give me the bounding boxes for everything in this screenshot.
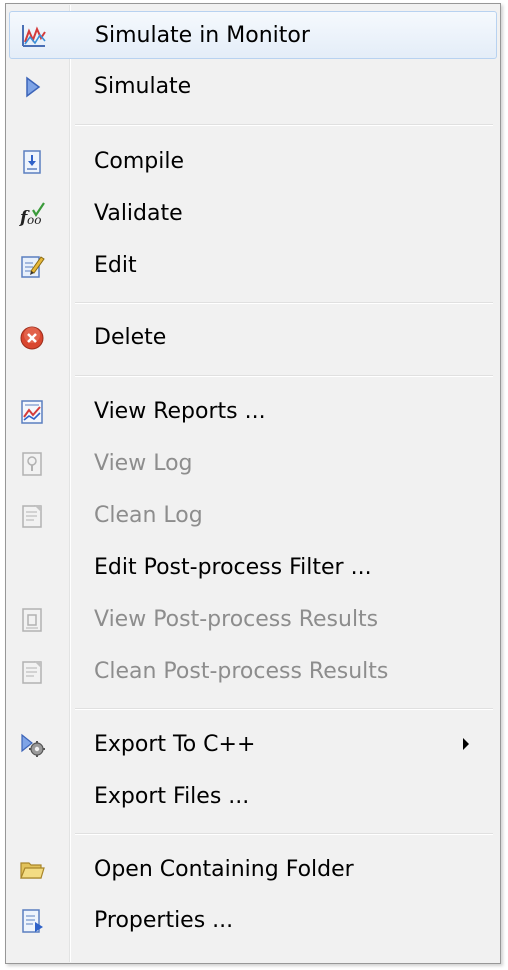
validate-fx-icon: f oo (19, 202, 45, 227)
menu-item-clean-log[interactable]: Clean Log (9, 492, 497, 540)
menu-item-compile[interactable]: Compile (9, 138, 497, 186)
menu-item-label: Compile (94, 149, 184, 174)
menu-item-simulate[interactable]: Simulate (9, 63, 497, 111)
menu-separator (75, 708, 493, 710)
menu-item-edit-post-process-filter[interactable]: Edit Post-process Filter ... (9, 544, 497, 592)
menu-item-label: Export Files ... (94, 784, 250, 809)
menu-item-label: View Log (94, 451, 193, 476)
menu-item-label: Export To C++ (94, 732, 256, 757)
menu-item-label: Properties ... (94, 908, 234, 933)
menu-item-export-to-cpp[interactable]: Export To C++ (9, 721, 497, 769)
folder-icon (20, 862, 45, 879)
play-icon (26, 76, 41, 98)
menu-item-view-log[interactable]: View Log (9, 440, 497, 488)
view-log-icon (22, 452, 42, 476)
menu-item-validate[interactable]: f oo Validate (9, 190, 497, 238)
view-results-icon (22, 608, 42, 632)
menu-item-view-post-process-results[interactable]: View Post-process Results (9, 596, 497, 644)
menu-item-view-reports[interactable]: View Reports ... (9, 388, 497, 436)
menu-item-simulate-in-monitor[interactable]: Simulate in Monitor (9, 11, 497, 59)
menu-item-properties[interactable]: Properties ... (9, 897, 497, 945)
clean-results-icon (22, 661, 42, 684)
menu-separator (75, 375, 493, 377)
menu-separator (75, 302, 493, 304)
menu-item-clean-post-process-results[interactable]: Clean Post-process Results (9, 648, 497, 696)
menu-item-label: Delete (94, 325, 167, 350)
menu-item-label: Clean Log (94, 503, 203, 528)
menu-separator (75, 124, 493, 126)
menu-item-delete[interactable]: Delete (9, 314, 497, 362)
properties-icon (22, 909, 43, 933)
menu-item-label: Edit (94, 253, 137, 278)
menu-separator (75, 833, 493, 835)
compile-icon (23, 150, 41, 174)
simulate-monitor-icon (22, 25, 46, 47)
edit-icon (21, 256, 45, 278)
menu-item-edit[interactable]: Edit (9, 242, 497, 290)
delete-icon (20, 326, 44, 350)
export-gear-icon (21, 733, 45, 757)
menu-item-label: Validate (94, 201, 183, 226)
menu-item-export-files[interactable]: Export Files ... (9, 773, 497, 821)
reports-chart-icon (21, 400, 43, 424)
menu-item-label: View Reports ... (94, 399, 266, 424)
menu-item-label: Simulate (94, 74, 192, 99)
menu-item-label: View Post-process Results (94, 607, 379, 632)
submenu-arrow-icon (463, 738, 469, 750)
menu-item-label: Open Containing Folder (94, 857, 354, 882)
menu-item-label: Simulate in Monitor (95, 23, 310, 48)
menu-item-open-containing-folder[interactable]: Open Containing Folder (9, 846, 497, 894)
menu-item-label: Clean Post-process Results (94, 659, 389, 684)
context-menu: Simulate in Monitor Simulate Compile f o… (5, 3, 501, 964)
svg-text:oo: oo (27, 213, 41, 227)
menu-item-label: Edit Post-process Filter ... (94, 555, 372, 580)
clean-log-icon (22, 505, 42, 528)
